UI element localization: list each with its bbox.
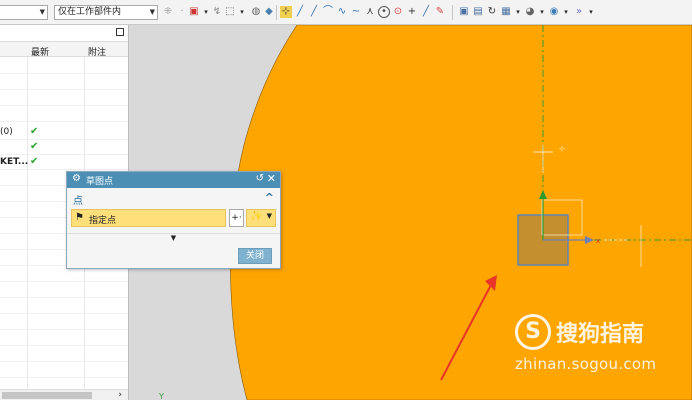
cursor-marker: ⊹ [559,145,565,153]
intersection-icon[interactable]: ⋏ [364,6,376,18]
body-icon[interactable]: ◆ [263,6,275,18]
chevron-down-icon: ▼ [149,8,155,16]
table-row[interactable]: ✔ [0,140,128,155]
specify-point-row: ⚑ 指定点 +· ✨ ▼ [71,209,276,227]
gear-icon[interactable]: ⚙ [72,173,81,184]
close-button[interactable]: 关闭 [238,248,272,264]
section-label: 点 [73,196,83,207]
table-row[interactable] [0,347,128,362]
specify-point-field[interactable]: ⚑ 指定点 [71,209,226,227]
toolbar-divider [452,5,453,20]
more-icon[interactable]: » [573,6,585,18]
wcs-marker: Y [158,392,164,400]
table-row[interactable] [0,283,128,298]
table-row[interactable] [0,331,128,346]
table-row[interactable] [0,107,128,122]
column-latest[interactable]: 最新 [31,45,49,58]
render-icon[interactable]: ◕ [524,6,536,18]
table-row[interactable] [0,267,128,282]
chevron-down-icon[interactable]: ▾ [585,6,597,18]
lasso-icon[interactable]: ↯ [211,6,223,18]
check-icon: ✔ [30,141,39,152]
restore-icon[interactable] [116,28,124,36]
check-icon: ✔ [30,126,39,137]
close-icon[interactable]: ✕ [267,172,276,185]
wand-icon: ✨ [250,211,263,222]
chevron-down-icon: ▼ [170,234,177,242]
check-icon: ✔ [30,156,39,167]
line-icon[interactable]: ╱ [420,6,432,18]
inferred-point-button[interactable]: ✨ ▼ [246,209,276,227]
table-row[interactable] [0,315,128,330]
view-image-icon[interactable]: ▤ [472,6,484,18]
chevron-down-icon: ▼ [39,8,45,16]
select-region-icon[interactable]: ▣ [188,6,200,18]
chevron-right-icon[interactable]: › [118,390,122,400]
table-row[interactable]: (0) ✔ [0,125,128,140]
wave-icon[interactable]: ∼ [350,6,362,18]
column-notes[interactable]: 附注 [88,45,106,58]
curve-icon[interactable]: ⌒ [322,6,334,18]
specify-point-label: 指定点 [89,216,117,226]
table-row[interactable] [0,91,128,106]
horizontal-scrollbar[interactable]: › [0,389,128,400]
solid-icon[interactable]: ◍ [250,6,262,18]
line-icon[interactable]: ╱ [294,6,306,18]
view-frame-icon[interactable]: ▣ [458,6,470,18]
sketch-point-dialog: ⚙ 草图点 ↺ ✕ 点 ^ ⚑ 指定点 +· ✨ ▼ ▼ 关闭 [66,171,281,269]
navigator-header: 最新 附注 [0,41,128,58]
circle-point-icon[interactable]: ⊙ [392,6,404,18]
chevron-down-icon[interactable]: ▾ [236,6,248,18]
expand-more-button[interactable]: ▼ [67,233,280,243]
scrollbar-thumb[interactable] [2,392,92,399]
chevron-up-icon[interactable]: ^ [265,191,274,204]
center-icon[interactable]: • [378,6,390,18]
crosshair-icon[interactable]: + [406,6,418,18]
pen-icon[interactable]: ✎ [434,6,446,18]
spline-icon[interactable]: ∿ [336,6,348,18]
snap-dot-icon[interactable]: · [176,6,188,18]
snap-grid-icon[interactable]: ⁜ [162,6,174,18]
layout-icon[interactable]: ▦ [500,6,512,18]
dialog-title-bar[interactable]: ⚙ 草图点 ↺ ✕ [67,172,280,188]
navigator-top-bar [0,25,128,41]
filter-select[interactable]: ▼ [0,5,48,20]
row-name: (0) [0,127,13,137]
snap-endpoint-icon[interactable]: ⊹ [280,6,292,18]
toolbar-divider [276,5,277,20]
chevron-down-icon[interactable]: ▾ [536,6,548,18]
chevron-down-icon[interactable]: ▾ [512,6,524,18]
chevron-down-icon[interactable]: ▾ [560,6,572,18]
watermark-url: zhinan.sogou.com [515,355,657,373]
shade-icon[interactable]: ◉ [548,6,560,18]
box-select-icon[interactable]: ⬚ [224,6,236,18]
reset-icon[interactable]: ↺ [256,173,264,184]
table-row[interactable] [0,59,128,74]
sogou-logo: S [515,314,551,350]
x-axis-label: x [596,237,600,245]
table-row[interactable] [0,299,128,314]
flag-icon: ⚑ [75,212,84,223]
table-row[interactable] [0,75,128,90]
row-name: KET... [0,157,29,167]
table-row[interactable] [0,363,128,378]
refresh-icon[interactable]: ↻ [486,6,498,18]
watermark-brand: 搜狗指南 [556,322,645,347]
table-row[interactable]: KET... ✔ [0,155,128,170]
watermark: S 搜狗指南 zhinan.sogou.com [515,314,675,376]
scope-select[interactable]: 仅在工作部件内 ▼ [54,5,158,20]
top-toolbar: ▼ 仅在工作部件内 ▼ ⁜ · ▣ ▾ ↯ ⬚ ▾ ◍ ◆ ⊹ ╱ ╱ ⌒ ∿ … [0,0,692,25]
point-section-header[interactable]: 点 ^ [71,191,276,207]
dialog-title: 草图点 [86,177,114,187]
chevron-down-icon[interactable]: ▼ [267,212,272,220]
scope-select-value: 仅在工作部件内 [58,7,122,17]
line-icon[interactable]: ╱ [308,6,320,18]
point-dialog-icon[interactable]: +· [229,209,244,227]
